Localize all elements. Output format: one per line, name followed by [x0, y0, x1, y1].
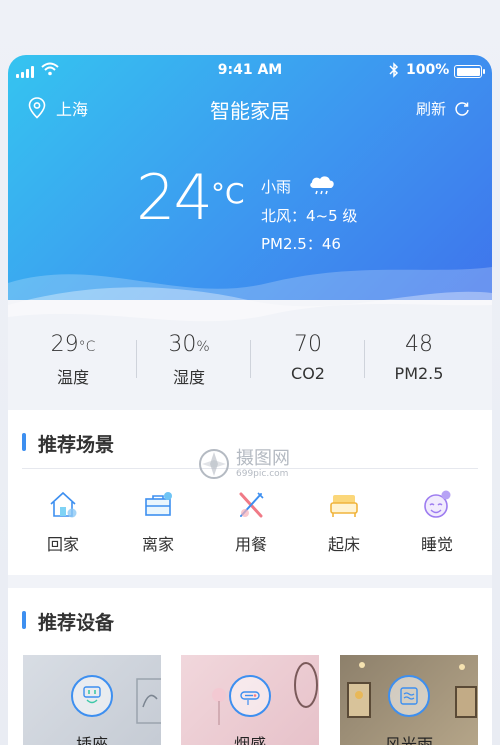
stat-unit: % [196, 339, 210, 355]
device-label: 烟感 [233, 735, 266, 745]
wind-info: 北风：4~5 级 [261, 207, 358, 225]
device-label: 插座 [75, 735, 108, 745]
refresh-button[interactable]: 刷新 [416, 98, 470, 119]
temperature-unit: °C [211, 177, 245, 210]
watermark: 摄图网 699pic.com [198, 448, 290, 480]
stat-co2: 70 CO2 [251, 320, 365, 384]
watermark-text: 摄图网 [236, 447, 290, 469]
device-socket[interactable]: 插座 [23, 655, 161, 745]
scene-label: 起床 [327, 535, 360, 554]
stat-temperature: 29°C 温度 [16, 320, 130, 388]
stat-value: 29 [50, 332, 79, 357]
battery-icon [454, 65, 485, 78]
device-label: 风光雨 [384, 735, 433, 745]
scene-dining[interactable]: 用餐 [211, 488, 291, 555]
weather-sensor-icon [400, 687, 418, 705]
watermark-url: 699pic.com [236, 468, 289, 479]
weather-condition: 小雨 [261, 178, 292, 196]
home-icon [50, 491, 77, 518]
scene-sleep[interactable]: 睡觉 [397, 488, 477, 555]
recommended-scenes-card: 推荐场景 回家 离家 用餐 起床 睡觉 [8, 410, 492, 575]
stat-value: 30 [168, 332, 197, 357]
recommended-devices-card: 推荐设备 插座 烟感 风光雨 [8, 588, 492, 745]
dining-icon [239, 492, 264, 518]
socket-icon-ring [71, 675, 113, 717]
environment-stats: 29°C 温度 30% 湿度 70 CO2 48 PM2.5 [8, 320, 492, 400]
refresh-icon [455, 101, 469, 116]
smoke-detector-icon [240, 691, 260, 705]
briefcase-icon [145, 492, 172, 516]
smoke-detector-icon-ring [229, 675, 271, 717]
stat-label: CO2 [291, 364, 325, 383]
bed-icon [330, 495, 358, 517]
sleep-icon [424, 490, 451, 518]
stat-label: 温度 [56, 368, 89, 387]
phone-screen: 9:41 AM 100% 上海 智能家居 刷新 24 °C 小雨 北风：4~5 … [8, 55, 492, 745]
section-accent-bar [22, 611, 26, 629]
stat-humidity: 30% 湿度 [132, 320, 246, 388]
device-weather-sensor[interactable]: 风光雨 [340, 655, 478, 745]
weather-sensor-icon-ring [388, 675, 430, 717]
weather-hero: 9:41 AM 100% 上海 智能家居 刷新 24 °C 小雨 北风：4~5 … [8, 55, 492, 335]
scene-label: 睡觉 [420, 535, 453, 554]
stat-label: PM2.5 [394, 364, 444, 383]
temperature-value: 24 [136, 161, 213, 234]
stat-value: 48 [405, 332, 433, 357]
pm25-info: PM2.5：46 [261, 235, 341, 253]
stat-pm25: 48 PM2.5 [362, 320, 476, 384]
nav-bar: 上海 智能家居 刷新 [8, 93, 492, 123]
scene-away[interactable]: 离家 [118, 488, 198, 555]
section-title: 推荐场景 [38, 434, 115, 456]
watermark-logo-icon [199, 449, 229, 479]
device-smoke-detector[interactable]: 烟感 [181, 655, 319, 745]
refresh-label: 刷新 [415, 100, 446, 118]
scene-home[interactable]: 回家 [23, 488, 103, 555]
scene-wake-up[interactable]: 起床 [304, 488, 384, 555]
stat-label: 湿度 [172, 368, 205, 387]
status-bar: 9:41 AM 100% [8, 61, 492, 83]
stat-value: 70 [294, 332, 322, 357]
section-accent-bar [22, 433, 26, 451]
rain-cloud-icon [310, 176, 334, 195]
bluetooth-icon [389, 62, 399, 82]
section-title: 推荐设备 [38, 612, 115, 634]
scene-label: 用餐 [234, 535, 267, 554]
socket-icon [83, 686, 101, 704]
stat-unit: °C [78, 339, 96, 355]
scene-label: 离家 [141, 535, 174, 554]
scene-label: 回家 [46, 535, 79, 554]
battery-percent: 100% [406, 62, 450, 78]
